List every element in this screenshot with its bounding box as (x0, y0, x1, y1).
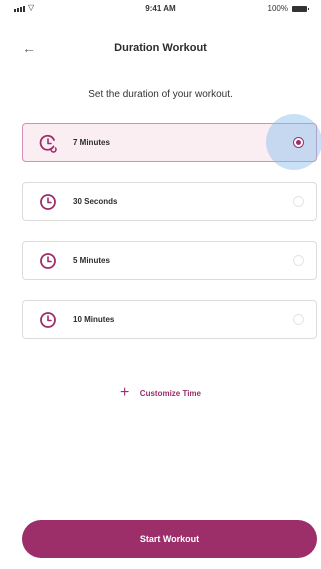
clock-icon (40, 194, 56, 210)
start-workout-button[interactable]: Start Workout (22, 520, 317, 558)
option-5-minutes[interactable]: 5 Minutes (22, 241, 317, 280)
option-label: 7 Minutes (73, 138, 110, 147)
plus-icon: + (120, 384, 130, 401)
customize-time-label: Customize Time (139, 388, 201, 398)
page-subtitle: Set the duration of your workout. (88, 89, 233, 100)
duration-options: 7 Minutes 30 Seconds 5 Minutes 10 Minute… (22, 114, 321, 359)
radio-button[interactable] (293, 137, 304, 148)
option-30-seconds[interactable]: 30 Seconds (22, 182, 317, 221)
customize-time-button[interactable]: + Customize Time (0, 384, 321, 402)
option-label: 30 Seconds (73, 197, 118, 206)
radio-button[interactable] (293, 255, 304, 266)
battery-icon (292, 5, 309, 12)
option-label: 10 Minutes (73, 315, 115, 324)
radio-button[interactable] (293, 314, 304, 325)
clock-icon (40, 312, 56, 328)
option-label: 5 Minutes (73, 256, 110, 265)
nav-header: ← Duration Workout (0, 36, 321, 60)
page-title: Duration Workout (114, 42, 207, 54)
battery-status: 100% (267, 4, 309, 13)
battery-percent: 100% (267, 4, 288, 13)
radio-selected-dot (296, 140, 301, 145)
clock-icon (40, 253, 56, 269)
status-bar: ▽ 9:41 AM 100% (0, 0, 321, 18)
timer-icon (39, 134, 57, 153)
option-10-minutes[interactable]: 10 Minutes (22, 300, 317, 339)
option-7-minutes[interactable]: 7 Minutes (22, 114, 321, 170)
radio-button[interactable] (293, 196, 304, 207)
